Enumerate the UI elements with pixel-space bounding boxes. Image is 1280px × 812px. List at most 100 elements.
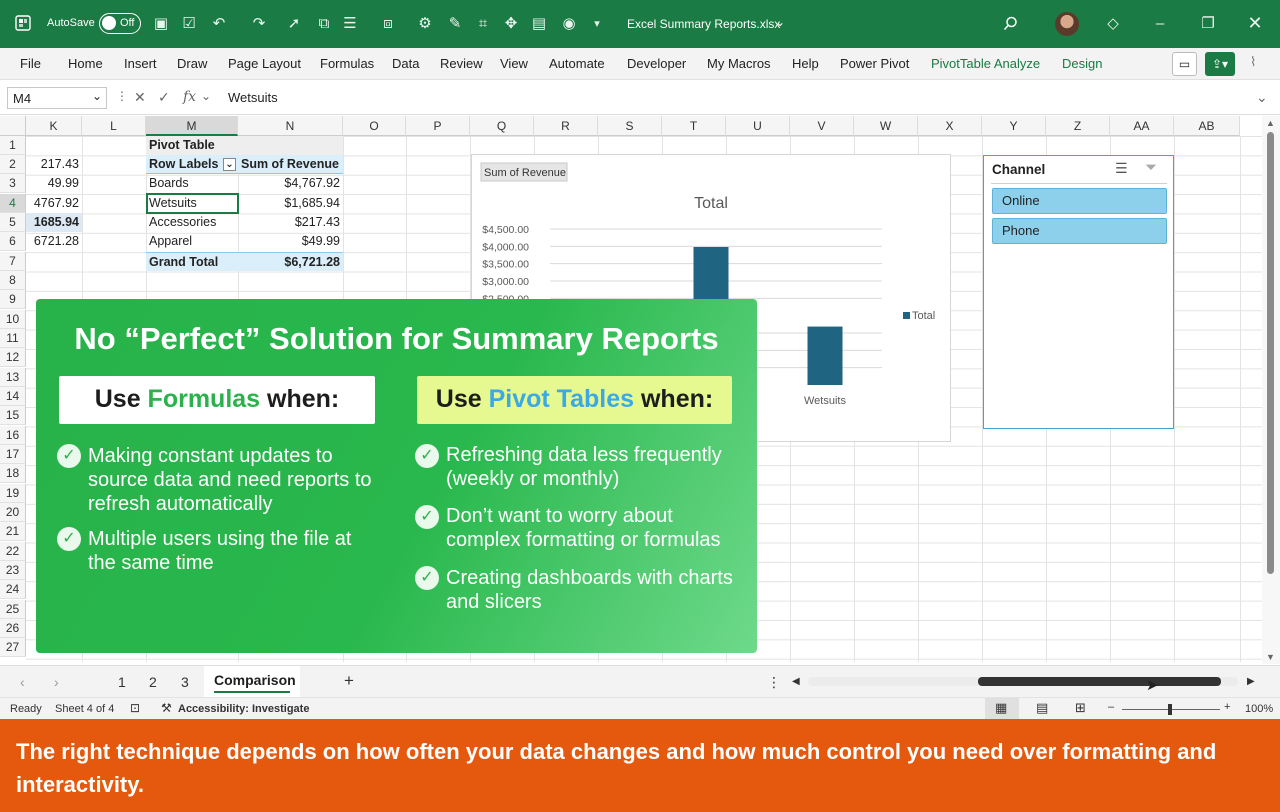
diamond-premium-icon[interactable]: ◇ (1102, 12, 1124, 34)
row-header[interactable]: 4 (0, 194, 26, 213)
row-header[interactable]: 14 (0, 387, 26, 406)
macro-recording-icon[interactable]: ⊡ (130, 701, 140, 715)
move-icon[interactable]: ✥ (500, 12, 522, 34)
sheet-tab-comparison[interactable]: Comparison (214, 672, 296, 688)
column-header[interactable]: K (26, 116, 82, 136)
cell-k4[interactable]: 4767.92 (26, 194, 82, 213)
chevron-down-icon[interactable]: ⌄ (775, 15, 785, 29)
column-header[interactable]: Q (470, 116, 534, 136)
row-header[interactable]: 7 (0, 252, 26, 271)
redo-icon[interactable]: ↷ (248, 12, 270, 34)
settings-gear-icon[interactable]: ⚙ (414, 12, 436, 34)
tab-formulas[interactable]: Formulas (320, 56, 374, 71)
prev-sheet-icon[interactable]: ‹ (20, 674, 25, 690)
filter-dropdown-icon[interactable]: ⌄ (223, 158, 236, 171)
sheet-tab-active[interactable]: Comparison (204, 666, 300, 697)
pivot-grand-total-label[interactable]: Grand Total (146, 252, 238, 271)
tab-review[interactable]: Review (440, 56, 483, 71)
pivot-row-value[interactable]: $1,685.94 (238, 194, 343, 213)
share-button[interactable]: ⇪▾ (1205, 52, 1235, 76)
pointer-icon[interactable]: ➚ (283, 12, 305, 34)
row-header[interactable]: 10 (0, 310, 26, 329)
cell-k6[interactable]: 6721.28 (26, 232, 82, 251)
comments-button[interactable]: ▭ (1172, 52, 1197, 76)
pivot-row-labels-header[interactable]: Row Labels ⌄ (146, 155, 238, 174)
row-header[interactable]: 19 (0, 484, 26, 503)
row-header[interactable]: 27 (0, 638, 26, 657)
restore-icon[interactable]: ❐ (1197, 12, 1219, 34)
row-header[interactable]: 16 (0, 426, 26, 445)
row-header[interactable]: 6 (0, 232, 26, 251)
row-header[interactable]: 11 (0, 329, 26, 348)
cell-k5[interactable]: 1685.94 (26, 213, 82, 232)
column-header[interactable]: M (146, 116, 238, 136)
column-header[interactable]: O (343, 116, 406, 136)
accessibility-icon[interactable]: ⚒ (161, 701, 172, 715)
form-check-icon[interactable]: ☑ (178, 12, 200, 34)
chart-bar-wetsuits[interactable] (807, 326, 843, 385)
scroll-left-icon[interactable]: ◀ (792, 676, 800, 687)
column-header[interactable]: U (726, 116, 790, 136)
row-header[interactable]: 2 (0, 155, 26, 174)
row-header[interactable]: 25 (0, 600, 26, 619)
row-header[interactable]: 1 (0, 136, 26, 155)
channel-slicer[interactable]: Channel ☰ ⏷ Online Phone (983, 155, 1174, 429)
pivot-row-value[interactable]: $217.43 (238, 213, 343, 232)
zoom-level[interactable]: 100% (1245, 703, 1273, 715)
multi-select-icon[interactable]: ☰ (1115, 160, 1128, 177)
column-header[interactable]: L (82, 116, 146, 136)
status-accessibility[interactable]: Accessibility: Investigate (178, 703, 309, 715)
tab-help[interactable]: Help (792, 56, 819, 71)
pivot-row-label[interactable]: Accessories (146, 213, 238, 232)
column-header[interactable]: S (598, 116, 662, 136)
column-header[interactable]: Z (1046, 116, 1110, 136)
row-header[interactable]: 24 (0, 580, 26, 599)
select-objects-icon[interactable]: ⧉ (313, 12, 335, 34)
formula-input[interactable]: Wetsuits (220, 87, 1270, 109)
tab-pivottable-analyze[interactable]: PivotTable Analyze (931, 56, 1040, 71)
pivot-grand-total-value[interactable]: $6,721.28 (238, 252, 343, 271)
tab-view[interactable]: View (500, 56, 528, 71)
column-header[interactable]: Y (982, 116, 1046, 136)
zoom-in-icon[interactable]: + (1224, 701, 1230, 713)
row-header[interactable]: 22 (0, 542, 26, 561)
column-header[interactable]: W (854, 116, 918, 136)
add-sheet-icon[interactable]: + (344, 671, 354, 691)
row-header[interactable]: 5 (0, 213, 26, 232)
row-header[interactable]: 8 (0, 271, 26, 290)
row-header[interactable]: 3 (0, 174, 26, 193)
insert-function-icon[interactable]: fx (183, 89, 196, 105)
tab-insert[interactable]: Insert (124, 56, 157, 71)
column-header[interactable]: AB (1174, 116, 1240, 136)
scroll-down-icon[interactable]: ▼ (1266, 652, 1275, 662)
tab-developer[interactable]: Developer (627, 56, 686, 71)
crop-icon[interactable]: ⌗ (472, 12, 494, 34)
enter-check-icon[interactable]: ✓ (158, 89, 170, 106)
save-icon[interactable]: ▣ (150, 12, 172, 34)
record-icon[interactable]: ◉ (558, 12, 580, 34)
autosave-toggle[interactable]: Off (99, 13, 141, 34)
column-header[interactable]: P (406, 116, 470, 136)
pivot-row-label[interactable]: Apparel (146, 232, 238, 251)
pivot-value-header[interactable]: Sum of Revenue (238, 155, 343, 174)
name-box[interactable]: M4 ⌄ (7, 87, 107, 109)
zoom-slider-thumb[interactable] (1168, 704, 1172, 715)
minimize-icon[interactable]: – (1149, 12, 1171, 34)
activity-icon[interactable]: ⌇ (1250, 54, 1256, 70)
row-header[interactable]: 17 (0, 445, 26, 464)
cancel-icon[interactable]: ✕ (134, 89, 146, 106)
more-options-icon[interactable]: ⋮ (767, 674, 781, 691)
row-header[interactable]: 20 (0, 503, 26, 522)
column-header[interactable]: X (918, 116, 982, 136)
sheet-tab-3[interactable]: 3 (181, 674, 189, 690)
tab-my-macros[interactable]: My Macros (707, 56, 771, 71)
slicer-item-phone[interactable]: Phone (992, 218, 1167, 244)
slicer-item-online[interactable]: Online (992, 188, 1167, 214)
row-header[interactable]: 9 (0, 290, 26, 309)
pivot-row-value[interactable]: $49.99 (238, 232, 343, 251)
user-avatar[interactable] (1055, 12, 1079, 36)
zoom-out-icon[interactable]: – (1108, 701, 1114, 713)
tab-power-pivot[interactable]: Power Pivot (840, 56, 909, 71)
tab-draw[interactable]: Draw (177, 56, 207, 71)
cell-k3[interactable]: 49.99 (26, 174, 82, 193)
